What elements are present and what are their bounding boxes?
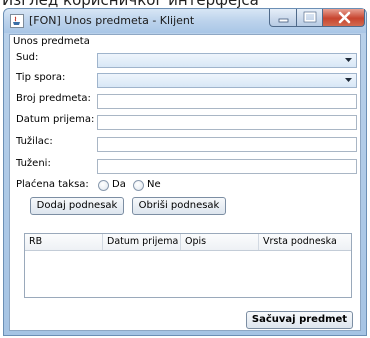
radio-ne[interactable] bbox=[133, 180, 144, 191]
tuzeni-input[interactable] bbox=[97, 159, 357, 174]
column-header-vrsta-podneska[interactable]: Vrsta podneska bbox=[259, 234, 351, 250]
column-header-rb[interactable]: RB bbox=[25, 234, 103, 250]
radio-da-label: Da bbox=[112, 179, 126, 190]
close-icon bbox=[338, 11, 351, 24]
java-app-icon[interactable] bbox=[10, 14, 24, 28]
tuzilac-input[interactable] bbox=[97, 137, 357, 152]
chevron-down-icon bbox=[345, 78, 352, 82]
column-header-opis[interactable]: Opis bbox=[181, 234, 259, 250]
tip-spora-dropdown[interactable] bbox=[97, 73, 357, 88]
datum-prijema-label: Datum prijema: bbox=[16, 114, 95, 125]
panel-title: Unos predmeta bbox=[13, 36, 90, 47]
sud-dropdown[interactable] bbox=[97, 53, 357, 68]
page-top-text-strip: Изглед корисничког интерфејса bbox=[0, 0, 370, 8]
window-title: [FON] Unos predmeta - Klijent bbox=[29, 14, 195, 27]
broj-predmeta-input[interactable] bbox=[97, 94, 357, 109]
datum-prijema-input[interactable] bbox=[97, 115, 357, 130]
obrisi-podnesak-button[interactable]: Obriši podnesak bbox=[132, 197, 226, 215]
minimize-button[interactable] bbox=[269, 9, 297, 27]
tuzilac-label: Tužilac: bbox=[16, 136, 53, 147]
tuzeni-label: Tuženi: bbox=[16, 158, 51, 169]
title-bar[interactable]: [FON] Unos predmeta - Klijent bbox=[4, 9, 366, 33]
close-button[interactable] bbox=[322, 9, 365, 27]
chevron-down-icon bbox=[345, 58, 352, 62]
maximize-icon bbox=[303, 11, 317, 23]
minimize-icon bbox=[278, 18, 289, 23]
broj-predmeta-label: Broj predmeta: bbox=[16, 93, 91, 104]
tip-spora-label: Tip spora: bbox=[16, 72, 66, 83]
radio-ne-label: Ne bbox=[147, 179, 161, 190]
maximize-button[interactable] bbox=[296, 9, 323, 27]
form-panel: Unos predmeta Sud: Tip spora: Broj predm… bbox=[9, 34, 361, 331]
radio-da[interactable] bbox=[98, 180, 109, 191]
dodaj-podnesak-button[interactable]: Dodaj podnesak bbox=[30, 197, 124, 215]
app-window: [FON] Unos predmeta - Klijent Unos predm… bbox=[3, 8, 367, 336]
sud-label: Sud: bbox=[16, 52, 39, 63]
page-top-text: Изглед корисничког интерфејса bbox=[2, 0, 259, 8]
sacuvaj-predmet-button[interactable]: Sačuvaj predmet bbox=[246, 311, 353, 329]
placena-taksa-label: Plaćena taksa: bbox=[16, 179, 89, 190]
table-header: RB Datum prijema Opis Vrsta podneska bbox=[25, 234, 351, 251]
podnesci-table[interactable]: RB Datum prijema Opis Vrsta podneska bbox=[24, 233, 352, 298]
column-header-datum-prijema[interactable]: Datum prijema bbox=[103, 234, 181, 250]
